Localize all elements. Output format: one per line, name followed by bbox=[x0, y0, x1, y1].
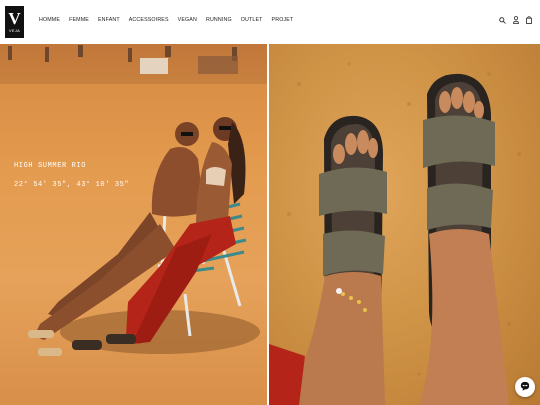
hero-image-sandals[interactable] bbox=[269, 44, 540, 405]
nav-item-femme[interactable]: FEMME bbox=[69, 17, 89, 23]
header-actions bbox=[499, 16, 532, 24]
veja-logo[interactable]: V VEJA bbox=[5, 6, 24, 38]
hero-image-beach[interactable]: HIGH SUMMER RIO 22° 54' 35", 43° 10' 35" bbox=[0, 44, 267, 405]
nav-item-outlet[interactable]: OUTLET bbox=[241, 17, 263, 23]
hero-banner[interactable]: HIGH SUMMER RIO 22° 54' 35", 43° 10' 35" bbox=[0, 44, 540, 405]
user-icon[interactable] bbox=[513, 16, 519, 24]
bag-icon[interactable] bbox=[526, 16, 532, 24]
logo-letter: V bbox=[8, 9, 21, 28]
main-nav: HOMME FEMME ENFANT ACCESSOIRES VEGAN RUN… bbox=[39, 17, 293, 23]
chat-icon bbox=[520, 378, 530, 396]
beach-scene-illustration bbox=[0, 44, 267, 356]
nav-item-running[interactable]: RUNNING bbox=[206, 17, 232, 23]
hero-coordinates: 22° 54' 35", 43° 10' 35" bbox=[14, 181, 130, 189]
chat-button[interactable] bbox=[515, 377, 535, 397]
nav-item-projet[interactable]: PROJET bbox=[272, 17, 294, 23]
search-icon[interactable] bbox=[499, 16, 506, 24]
nav-item-homme[interactable]: HOMME bbox=[39, 17, 60, 23]
sandals-closeup-illustration bbox=[269, 62, 521, 405]
site-header: V VEJA HOMME FEMME ENFANT ACCESSOIRES VE… bbox=[0, 0, 540, 44]
hero-title: HIGH SUMMER RIO bbox=[14, 162, 87, 170]
nav-item-enfant[interactable]: ENFANT bbox=[98, 17, 120, 23]
nav-item-vegan[interactable]: VEGAN bbox=[178, 17, 197, 23]
nav-item-accessoires[interactable]: ACCESSOIRES bbox=[129, 17, 169, 23]
logo-wordmark: VEJA bbox=[8, 28, 21, 33]
